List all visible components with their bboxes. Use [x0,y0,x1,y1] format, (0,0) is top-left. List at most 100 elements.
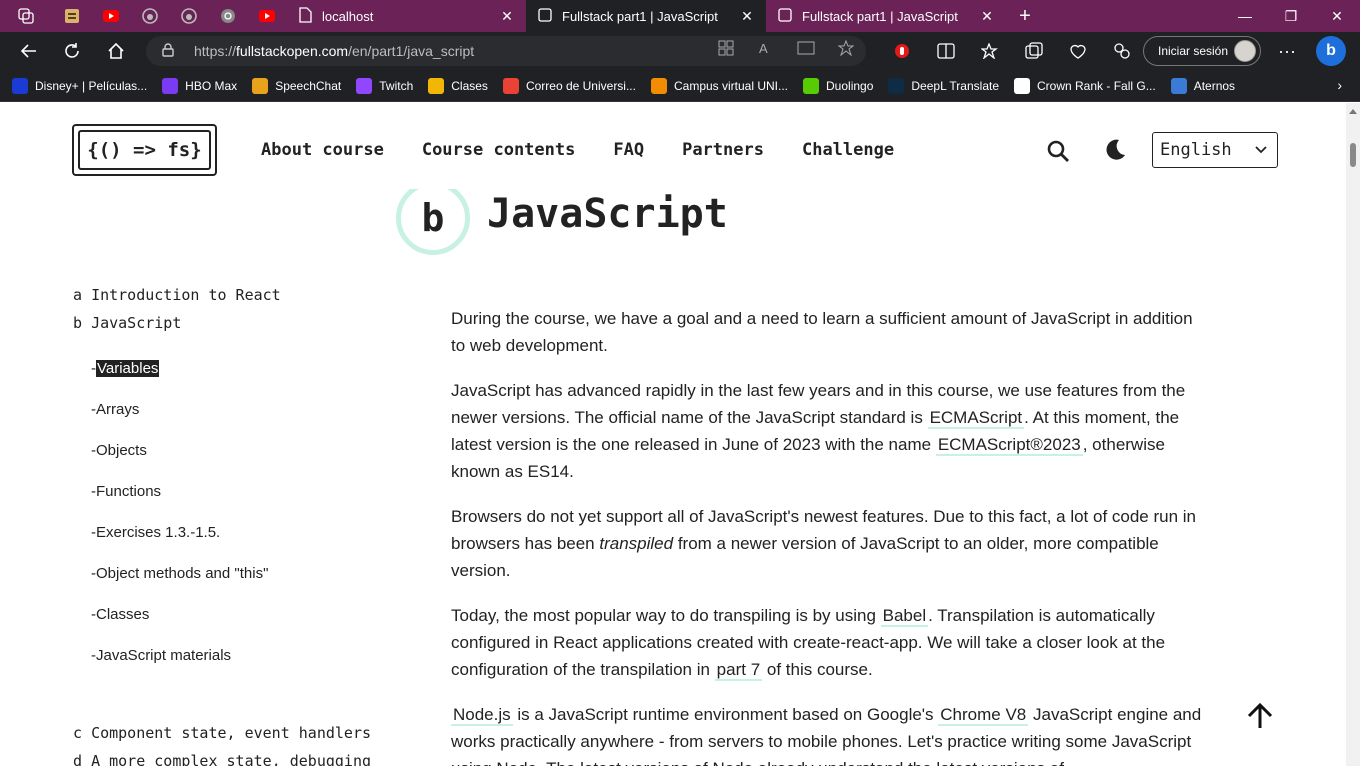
scrollbar-thumb[interactable] [1350,143,1356,167]
nav-about-course[interactable]: About course [261,140,384,160]
tab-title: localhost [322,8,374,24]
sidebar-sub-exercises[interactable]: -Exercises 1.3.-1.5. [91,524,220,541]
page-title: JavaScript [487,191,728,237]
scroll-up-arrow-icon[interactable] [1349,109,1357,114]
nav-partners[interactable]: Partners [682,140,764,160]
more-options-icon[interactable]: ··· [1270,32,1304,70]
lock-icon[interactable] [162,42,184,60]
paragraph-3: Browsers do not yet support all of JavaS… [451,507,1197,580]
workspaces-icon[interactable] [0,0,52,32]
chrome-v8-link[interactable]: Chrome V8 [938,705,1029,726]
back-button[interactable] [6,32,50,70]
twitch-icon [356,77,373,94]
extension-icon[interactable] [880,32,924,70]
new-tab-button[interactable]: + [1006,0,1044,32]
sidebar-part-d[interactable]: d A more complex state, debugging [73,751,371,766]
sidebar-part-c[interactable]: c Component state, event handlers [73,723,371,751]
sidebar-sub-variables[interactable]: -Variables [91,360,160,377]
sidebar-sub-classes[interactable]: -Classes [91,606,149,623]
disney-icon [12,77,28,94]
close-tab-icon[interactable]: ✕ [978,8,996,25]
sidebar-sub-object-methods[interactable]: -Object methods and "this" [91,565,268,582]
pinned-tab-youtube-icon[interactable] [91,0,130,32]
bookmark-label: Aternos [1193,78,1236,93]
browser-essentials-icon[interactable] [1056,32,1100,70]
sidebar-sub-functions[interactable]: -Functions [91,483,161,500]
signin-button[interactable]: Iniciar sesión [1143,36,1261,66]
collections-icon[interactable] [1012,32,1056,70]
speechchat-icon [252,77,269,94]
pinned-tabs [52,0,286,32]
paragraph-4: Today, the most popular way to do transp… [451,606,1166,681]
extensions-puzzle-icon[interactable] [1100,32,1144,70]
avatar [1234,40,1256,62]
bookmark-item[interactable]: SpeechChat [252,77,341,94]
nodejs-link[interactable]: Node.js [451,705,513,726]
favorites-icon[interactable] [968,32,1012,70]
sidebar-sub-arrays[interactable]: -Arrays [91,401,139,418]
close-tab-icon[interactable]: ✕ [498,8,516,25]
home-button[interactable] [94,32,138,70]
bookmark-item[interactable]: Campus virtual UNI... [650,77,788,94]
gmail-icon [502,77,519,94]
nav-challenge[interactable]: Challenge [802,140,894,160]
dark-mode-moon-icon[interactable] [1102,137,1128,168]
campus-icon [650,77,667,94]
minimize-icon[interactable]: — [1222,0,1268,32]
pinned-tab-youtube-icon-2[interactable] [247,0,286,32]
site-header: {() => fs} About course Course contents … [0,103,1346,185]
favorite-star-icon[interactable] [826,40,866,56]
bookmark-item[interactable]: HBO Max [162,77,237,94]
aternos-icon [1170,77,1187,94]
close-tab-icon[interactable]: ✕ [738,8,756,25]
ecmascript-2023-link[interactable]: ECMAScript®2023 [935,435,1083,456]
sidebar-part-b[interactable]: b JavaScript [73,313,281,341]
bookmark-item[interactable]: Twitch [356,77,413,94]
language-value: English [1160,140,1232,160]
scroll-to-top-arrow-icon[interactable] [1244,700,1276,732]
bookmark-label: Disney+ | Películas... [35,78,148,93]
bookmark-label: Clases [451,78,488,93]
part-letter-badge: b [396,189,470,255]
bookmark-item[interactable]: Duolingo [803,77,873,94]
split-screen-icon[interactable] [924,32,968,70]
article-content: During the course, we have a goal and a … [451,305,1211,766]
restore-icon[interactable]: ❐ [1268,0,1314,32]
bookmark-item[interactable]: Aternos [1170,77,1236,94]
pinned-tab-github-icon[interactable] [130,0,169,32]
bookmark-item[interactable]: Disney+ | Películas... [12,77,148,94]
immersive-reader-icon[interactable] [786,40,826,56]
bookmark-item[interactable]: Correo de Universi... [502,77,636,94]
pinned-tab-github-icon-2[interactable] [169,0,208,32]
chevron-down-icon [1255,142,1267,162]
fullstack-favicon-icon [538,7,552,25]
search-icon[interactable] [1046,139,1070,168]
window-controls: — ❐ ✕ [1222,0,1360,32]
language-select[interactable]: English [1152,132,1278,168]
site-logo[interactable]: {() => fs} [72,124,217,176]
sidebar-sub-materials[interactable]: -JavaScript materials [91,647,231,664]
part-7-link[interactable]: part 7 [714,660,763,681]
sidebar-part-a[interactable]: a Introduction to React [73,285,281,313]
ecmascript-link[interactable]: ECMAScript [927,408,1025,429]
classroom-icon [428,77,445,94]
sidebar-sub-objects[interactable]: -Objects [91,442,147,459]
apps-icon[interactable] [706,40,746,56]
refresh-button[interactable] [50,32,94,70]
read-aloud-icon[interactable]: A [746,40,786,56]
pinned-tab-notes-icon[interactable] [52,0,91,32]
page-scrollbar[interactable] [1346,103,1360,766]
tab-fullstack[interactable]: Fullstack part1 | JavaScript ✕ [766,0,1006,32]
close-window-icon[interactable]: ✕ [1314,0,1360,32]
tab-fullstack-active[interactable]: Fullstack part1 | JavaScript ✕ [526,0,766,32]
tab-localhost[interactable]: localhost ✕ [286,0,526,32]
copilot-icon[interactable]: b [1316,36,1346,66]
chevron-right-icon[interactable]: › [1337,77,1342,93]
pinned-tab-chatgpt-icon[interactable] [208,0,247,32]
nav-faq[interactable]: FAQ [613,140,644,160]
bookmark-item[interactable]: DeepL Translate [888,77,999,94]
bookmark-item[interactable]: Crown Rank - Fall G... [1014,77,1156,94]
nav-course-contents[interactable]: Course contents [422,140,576,160]
bookmark-item[interactable]: Clases [428,77,488,94]
babel-link[interactable]: Babel [880,606,929,627]
